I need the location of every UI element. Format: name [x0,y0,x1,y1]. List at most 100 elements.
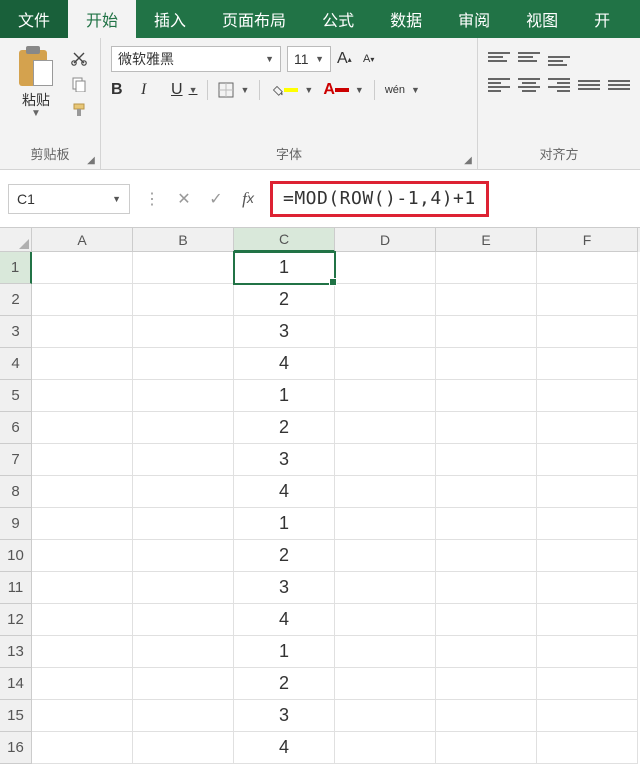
cell-D14[interactable] [335,668,436,700]
cell-A9[interactable] [32,508,133,540]
cell-E12[interactable] [436,604,537,636]
align-left-button[interactable] [488,76,510,94]
tab-review[interactable]: 审阅 [440,0,508,38]
dots-button[interactable]: ⋮ [138,184,166,214]
cell-F14[interactable] [537,668,638,700]
cell-A6[interactable] [32,412,133,444]
increase-indent-button[interactable] [608,76,630,94]
cell-B13[interactable] [133,636,234,668]
enter-button[interactable]: ✓ [202,184,230,214]
cell-D11[interactable] [335,572,436,604]
column-header-A[interactable]: A [32,228,133,252]
cell-C8[interactable]: 4 [234,476,335,508]
cell-F11[interactable] [537,572,638,604]
cell-B5[interactable] [133,380,234,412]
row-header[interactable]: 4 [0,348,32,380]
cell-A10[interactable] [32,540,133,572]
column-header-B[interactable]: B [133,228,234,252]
row-header[interactable]: 15 [0,700,32,732]
cell-A13[interactable] [32,636,133,668]
cell-C1[interactable]: 1 [234,252,335,284]
cell-E11[interactable] [436,572,537,604]
tab-extra[interactable]: 开 [576,0,628,38]
italic-button[interactable]: I [141,81,161,99]
cell-E6[interactable] [436,412,537,444]
cell-B14[interactable] [133,668,234,700]
cell-C2[interactable]: 2 [234,284,335,316]
cell-C13[interactable]: 1 [234,636,335,668]
cell-C5[interactable]: 1 [234,380,335,412]
cell-F4[interactable] [537,348,638,380]
cell-D4[interactable] [335,348,436,380]
cell-B6[interactable] [133,412,234,444]
cell-F7[interactable] [537,444,638,476]
column-header-E[interactable]: E [436,228,537,252]
row-header[interactable]: 2 [0,284,32,316]
cell-F5[interactable] [537,380,638,412]
cell-F3[interactable] [537,316,638,348]
cell-B1[interactable] [133,252,234,284]
cell-D12[interactable] [335,604,436,636]
cell-C9[interactable]: 1 [234,508,335,540]
cell-C15[interactable]: 3 [234,700,335,732]
name-box[interactable]: C1 ▼ [8,184,130,214]
cell-B3[interactable] [133,316,234,348]
copy-button[interactable] [68,74,90,94]
align-center-button[interactable] [518,76,540,94]
tab-home[interactable]: 开始 [68,0,136,38]
cell-A2[interactable] [32,284,133,316]
cell-C7[interactable]: 3 [234,444,335,476]
cell-E13[interactable] [436,636,537,668]
cell-E1[interactable] [436,252,537,284]
row-header[interactable]: 7 [0,444,32,476]
cell-F13[interactable] [537,636,638,668]
decrease-indent-button[interactable] [578,76,600,94]
format-painter-button[interactable] [68,100,90,120]
cell-B2[interactable] [133,284,234,316]
align-bottom-button[interactable] [548,48,570,66]
font-size-select[interactable]: 11 ▼ [287,46,331,72]
cell-B9[interactable] [133,508,234,540]
cell-F2[interactable] [537,284,638,316]
cell-F15[interactable] [537,700,638,732]
tab-insert[interactable]: 插入 [136,0,204,38]
align-right-button[interactable] [548,76,570,94]
cell-E2[interactable] [436,284,537,316]
cell-A8[interactable] [32,476,133,508]
align-middle-button[interactable] [518,48,540,66]
cell-F16[interactable] [537,732,638,764]
tab-view[interactable]: 视图 [508,0,576,38]
cell-A1[interactable] [32,252,133,284]
cell-B16[interactable] [133,732,234,764]
cell-D3[interactable] [335,316,436,348]
cell-E5[interactable] [436,380,537,412]
cell-F8[interactable] [537,476,638,508]
cell-C11[interactable]: 3 [234,572,335,604]
formula-input[interactable]: =MOD(ROW()-1,4)+1 [270,181,489,217]
cell-E8[interactable] [436,476,537,508]
align-top-button[interactable] [488,48,510,66]
insert-function-button[interactable]: fx [234,184,262,214]
tab-file[interactable]: 文件 [0,0,68,38]
cell-F1[interactable] [537,252,638,284]
cell-A4[interactable] [32,348,133,380]
row-header[interactable]: 5 [0,380,32,412]
cell-B10[interactable] [133,540,234,572]
cell-D8[interactable] [335,476,436,508]
cell-A3[interactable] [32,316,133,348]
cell-A7[interactable] [32,444,133,476]
cell-D10[interactable] [335,540,436,572]
row-header[interactable]: 13 [0,636,32,668]
font-launcher[interactable]: ◢ [461,153,475,167]
cell-C16[interactable]: 4 [234,732,335,764]
shrink-font-button[interactable]: A▾ [363,53,383,65]
row-header[interactable]: 10 [0,540,32,572]
column-header-C[interactable]: C [234,228,335,252]
bold-button[interactable]: B [111,81,131,99]
row-header[interactable]: 12 [0,604,32,636]
cell-E16[interactable] [436,732,537,764]
cell-B7[interactable] [133,444,234,476]
cell-D6[interactable] [335,412,436,444]
row-header[interactable]: 8 [0,476,32,508]
cell-D13[interactable] [335,636,436,668]
